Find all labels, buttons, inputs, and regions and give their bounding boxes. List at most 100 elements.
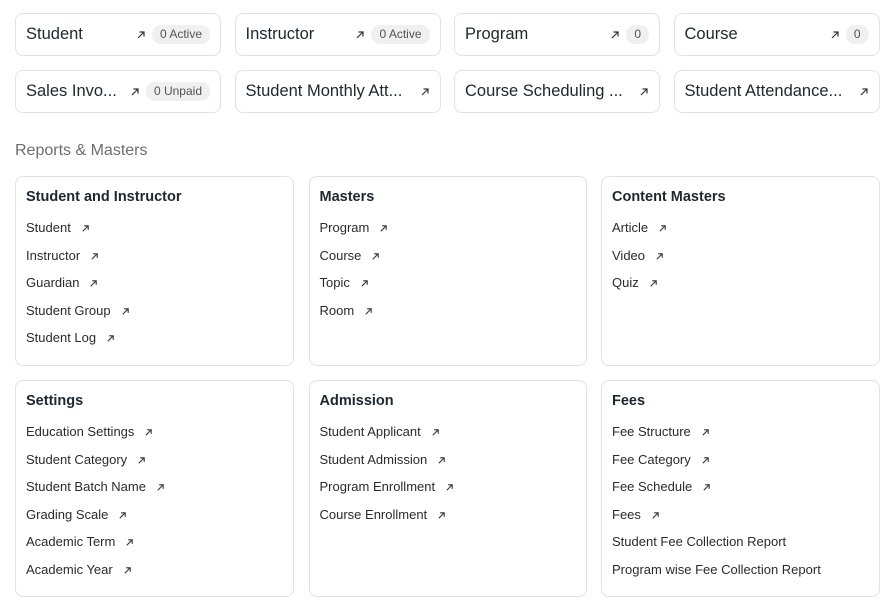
link-label: Academic Year <box>26 561 113 577</box>
link-list: Student Instructor Guardian Student Group St… <box>26 221 283 359</box>
status-badge: 0 Active <box>371 25 430 44</box>
link-list: Program Course Topic Room <box>320 221 576 331</box>
link-item[interactable]: Video <box>612 248 869 277</box>
link-item[interactable]: Program <box>320 221 576 249</box>
link-label: Academic Term <box>26 534 116 550</box>
card-title: Fees <box>612 393 646 409</box>
status-badge: 0 Active <box>151 25 210 44</box>
card-title: Content Masters <box>612 189 726 205</box>
shortcut-label: Instructor <box>245 25 315 43</box>
shortcut-label: Course Scheduling ... <box>465 82 623 100</box>
link-label: Grading Scale <box>26 506 109 522</box>
link-item[interactable]: Student <box>26 221 283 249</box>
link-item[interactable]: Room <box>319 302 576 332</box>
shortcut-course[interactable]: Course 0 <box>673 13 880 56</box>
link-item[interactable]: Student Group <box>26 303 283 332</box>
link-item[interactable]: Academic Term <box>26 535 283 563</box>
shortcut-student-attendance[interactable]: Student Attendance... <box>673 70 880 113</box>
arrow-up-right-icon <box>437 511 447 521</box>
link-label: Program Enrollment <box>319 479 436 495</box>
link-item[interactable]: Fee Category <box>612 451 869 481</box>
arrow-up-right-icon <box>360 279 370 289</box>
link-label: Student Admission <box>319 451 428 467</box>
link-item[interactable]: Student Admission <box>319 451 576 481</box>
link-item[interactable]: Quiz <box>612 276 869 304</box>
arrow-up-right-icon <box>830 30 840 40</box>
arrow-up-right-icon <box>437 456 447 466</box>
arrow-up-right-icon <box>89 279 99 289</box>
arrow-up-right-icon <box>125 538 135 548</box>
shortcut-program[interactable]: Program 0 <box>454 13 660 56</box>
arrow-up-right-icon <box>701 456 711 466</box>
link-item[interactable]: Course Enrollment <box>320 507 576 536</box>
link-label: Student Batch Name <box>26 479 146 495</box>
link-label: Student <box>26 220 71 235</box>
arrow-up-right-icon <box>106 334 116 344</box>
link-item[interactable]: Fee Structure <box>612 425 869 453</box>
shortcut-label: Program <box>465 25 529 43</box>
card-title: Masters <box>319 189 375 205</box>
link-item[interactable]: Student Log <box>26 331 283 359</box>
arrow-up-right-icon <box>118 511 128 521</box>
arrow-up-right-icon <box>137 456 147 466</box>
card-title: Student and Instructor <box>26 189 182 205</box>
arrow-up-right-icon <box>702 483 712 493</box>
link-label: Fee Category <box>612 451 691 467</box>
link-label: Program <box>319 220 370 235</box>
arrow-up-right-icon <box>355 30 365 40</box>
link-item[interactable]: Instructor <box>26 248 283 277</box>
link-item[interactable]: Program wise Fee Collection Report <box>612 561 869 591</box>
link-label: Quiz <box>612 275 639 291</box>
link-item[interactable]: Guardian <box>26 276 283 304</box>
arrow-up-right-icon <box>651 511 661 521</box>
link-item[interactable]: Student Applicant <box>320 425 576 453</box>
link-item[interactable]: Education Settings <box>26 425 283 453</box>
link-label: Program wise Fee Collection Report <box>612 561 821 577</box>
link-label: Fee Structure <box>612 424 691 439</box>
link-label: Article <box>612 220 649 235</box>
arrow-up-right-icon <box>445 483 455 493</box>
link-item[interactable]: Topic <box>320 276 576 304</box>
shortcuts-grid: Student 0 Active Instructor 0 Active Pro… <box>15 13 880 113</box>
arrow-up-right-icon <box>420 87 430 97</box>
shortcut-sales-invoice[interactable]: Sales Invo... 0 Unpaid <box>15 70 221 113</box>
shortcut-instructor[interactable]: Instructor 0 Active <box>234 13 441 56</box>
shortcut-label: Sales Invo... <box>26 82 117 100</box>
link-item[interactable]: Grading Scale <box>26 506 283 536</box>
shortcut-student[interactable]: Student 0 Active <box>15 13 221 56</box>
card-admission: Admission Student Applicant Student Admis… <box>308 380 587 597</box>
arrow-up-right-icon <box>144 428 154 438</box>
link-list: Student Applicant Student Admission Progra… <box>320 425 576 535</box>
arrow-up-right-icon <box>658 224 668 234</box>
link-label: Education Settings <box>26 424 135 439</box>
arrow-up-right-icon <box>156 483 166 493</box>
link-item[interactable]: Academic Year <box>26 561 283 591</box>
arrow-up-right-icon <box>123 566 133 576</box>
link-list: Article Video Quiz <box>612 221 869 304</box>
link-label: Student Applicant <box>319 424 421 439</box>
link-label: Guardian <box>26 275 80 291</box>
link-label: Student Log <box>26 330 97 346</box>
arrow-up-right-icon <box>379 224 389 234</box>
arrow-up-right-icon <box>859 87 869 97</box>
shortcut-course-scheduling[interactable]: Course Scheduling ... <box>454 70 660 113</box>
link-label: Student Fee Collection Report <box>612 534 787 550</box>
arrow-up-right-icon <box>371 252 381 262</box>
card-title: Admission <box>319 393 394 409</box>
link-item[interactable]: Student Fee Collection Report <box>612 535 869 563</box>
link-item[interactable]: Course <box>320 248 576 277</box>
link-label: Fees <box>612 506 641 522</box>
arrow-up-right-icon <box>130 87 140 97</box>
link-item[interactable]: Student Category <box>26 452 283 481</box>
link-item[interactable]: Article <box>612 221 869 249</box>
link-list: Fee Structure Fee Category Fee Schedule Fee… <box>612 425 869 591</box>
link-item[interactable]: Fees <box>612 506 869 536</box>
link-item[interactable]: Student Batch Name <box>26 480 283 508</box>
link-item[interactable]: Program Enrollment <box>320 480 576 508</box>
arrow-up-right-icon <box>136 30 146 40</box>
link-item[interactable]: Fee Schedule <box>612 480 869 508</box>
link-label: Room <box>319 302 355 318</box>
shortcut-label: Student <box>26 25 83 43</box>
shortcut-student-monthly-attendance[interactable]: Student Monthly Att... <box>234 70 441 113</box>
status-badge: 0 <box>845 25 869 44</box>
